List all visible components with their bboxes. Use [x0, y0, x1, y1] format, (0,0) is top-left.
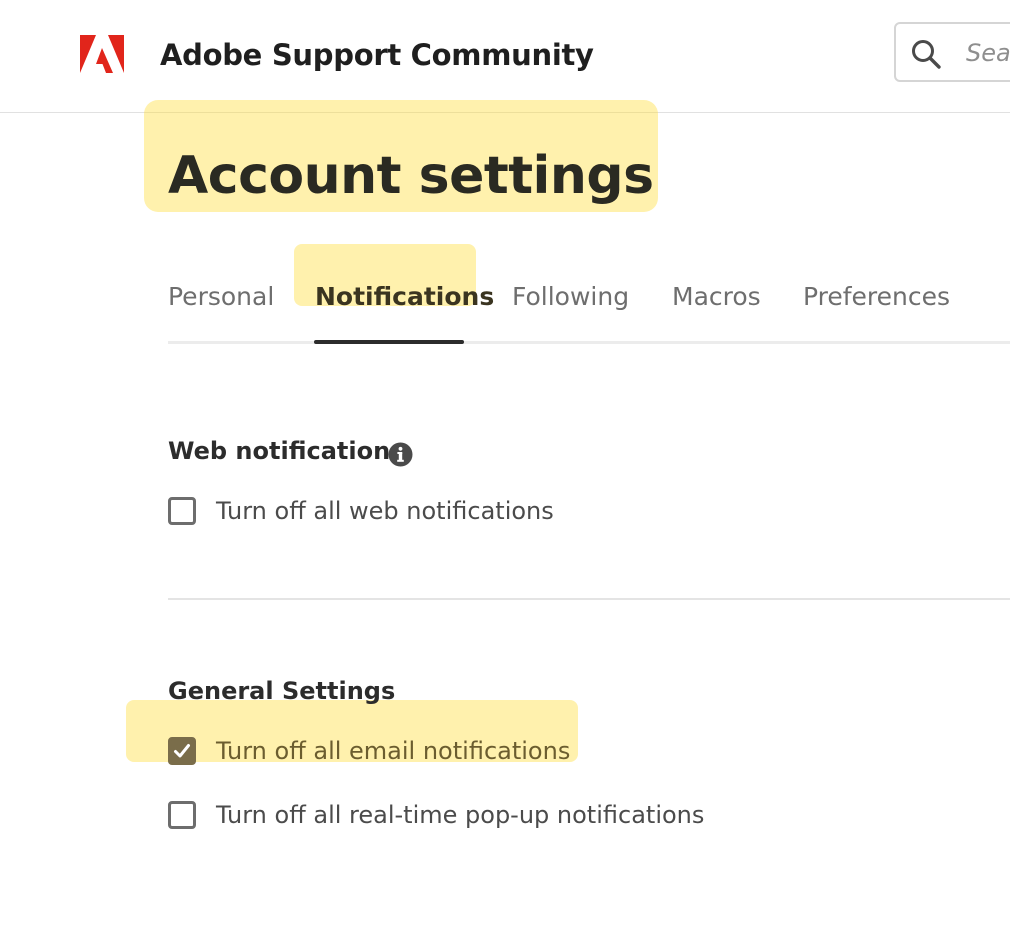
popup-notifications-option[interactable]: Turn off all real-time pop-up notificati…	[168, 798, 704, 832]
web-notifications-checkbox[interactable]	[168, 497, 196, 525]
tab-macros[interactable]: Macros	[672, 282, 761, 311]
popup-notifications-option-label: Turn off all real-time pop-up notificati…	[216, 801, 705, 829]
tab-preferences[interactable]: Preferences	[803, 282, 950, 311]
search-icon[interactable]	[910, 38, 942, 70]
tab-personal[interactable]: Personal	[168, 282, 274, 311]
tab-notifications[interactable]: Notifications	[315, 282, 494, 311]
search-input[interactable]	[966, 34, 1010, 72]
email-notifications-option-label: Turn off all email notifications	[216, 737, 571, 765]
web-notifications-option[interactable]: Turn off all web notifications	[168, 494, 554, 528]
email-notifications-option[interactable]: Turn off all email notifications	[168, 734, 570, 768]
checkmark-icon	[174, 744, 190, 758]
general-settings-heading: General Settings	[168, 677, 396, 705]
web-notifications-option-label: Turn off all web notifications	[216, 497, 554, 525]
email-notifications-checkbox[interactable]	[168, 737, 196, 765]
page-title: Account settings	[168, 146, 654, 206]
settings-tabs: Personal Notifications Following Macros …	[168, 270, 1010, 346]
tab-following[interactable]: Following	[512, 282, 629, 311]
search-box[interactable]	[894, 22, 1010, 82]
site-name[interactable]: Adobe Support Community	[160, 38, 594, 72]
popup-notifications-checkbox[interactable]	[168, 801, 196, 829]
info-icon[interactable]	[388, 442, 413, 467]
section-divider	[168, 598, 1010, 600]
site-header: Adobe Support Community	[0, 0, 1010, 113]
adobe-logo-icon[interactable]	[80, 35, 124, 73]
web-notifications-heading: Web notifications	[168, 437, 405, 465]
active-tab-underline	[314, 340, 464, 344]
